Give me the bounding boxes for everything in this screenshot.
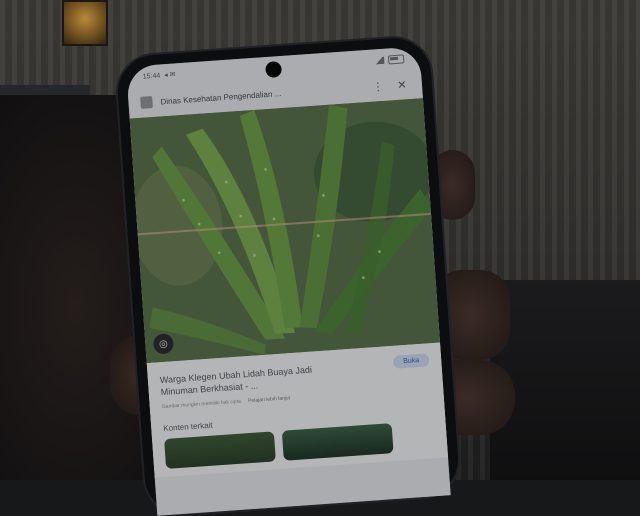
phone-screen: 15:44 ◂ ✉ Dinas Kesehatan Pengendalian .… bbox=[126, 46, 451, 516]
lamp bbox=[62, 0, 108, 46]
battery-icon bbox=[387, 53, 405, 64]
related-thumbnail[interactable] bbox=[281, 423, 394, 461]
site-favicon-icon bbox=[140, 96, 153, 109]
notification-icon: ◂ ✉ bbox=[164, 71, 176, 80]
close-icon[interactable]: ✕ bbox=[393, 78, 410, 92]
signal-icon bbox=[373, 56, 385, 64]
result-title[interactable]: Warga Klegen Ubah Lidah Buaya Jadi Minum… bbox=[160, 362, 331, 398]
aloe-vera-image[interactable]: ◎ bbox=[129, 98, 441, 364]
related-thumbnail[interactable] bbox=[164, 431, 276, 469]
learn-more-link[interactable]: Pelajari lebih lanjut bbox=[248, 395, 290, 404]
result-card[interactable]: Warga Klegen Ubah Lidah Buaya Jadi Minum… bbox=[146, 342, 449, 478]
site-name[interactable]: Dinas Kesehatan Pengendalian ... bbox=[160, 83, 362, 106]
copyright-note: Gambar mungkin memiliki hak cipta. bbox=[161, 398, 243, 411]
visit-button[interactable]: Buka bbox=[392, 353, 430, 369]
dark-object bbox=[490, 280, 640, 480]
ledge bbox=[0, 85, 90, 95]
status-time: 15:44 bbox=[142, 71, 161, 81]
more-vertical-icon[interactable]: ⋮ bbox=[370, 79, 387, 93]
smartphone: 15:44 ◂ ✉ Dinas Kesehatan Pengendalian .… bbox=[115, 35, 461, 516]
aloe-leaves bbox=[129, 98, 441, 364]
